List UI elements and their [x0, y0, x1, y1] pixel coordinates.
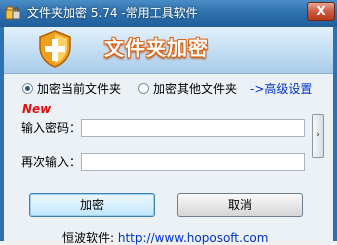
radio-label: 加密其他文件夹 [153, 82, 238, 96]
close-icon: X [316, 4, 326, 18]
encrypt-button[interactable]: 加密 [29, 193, 155, 217]
radio-dot[interactable] [138, 83, 149, 94]
app-icon [5, 6, 21, 20]
header-banner: 文件夹加密 [4, 27, 333, 74]
advanced-settings-link[interactable]: ->高级设置 [250, 82, 312, 96]
confirm-password-field[interactable] [81, 153, 305, 171]
window-title: 文件夹加密 5.74 -常用工具软件 [27, 6, 198, 20]
window-frame-right [333, 27, 337, 241]
password-field[interactable] [81, 119, 305, 137]
new-badge: New [22, 102, 52, 116]
website-link[interactable]: http://www.hoposoft.com [118, 231, 269, 245]
shield-icon [39, 30, 71, 68]
banner-title: 文件夹加密 [104, 36, 209, 60]
confirm-password-label: 再次输入： [21, 155, 82, 169]
radio-label: 加密当前文件夹 [37, 82, 122, 96]
footer-label: 恒波软件: [62, 231, 115, 245]
chevron-right-icon: › [316, 130, 320, 140]
radio-dot-selected[interactable] [22, 83, 33, 94]
expand-panel-handle[interactable]: › [312, 114, 324, 158]
password-label: 输入密码： [21, 121, 82, 135]
close-button[interactable]: X [307, 2, 335, 21]
cancel-button[interactable]: 取消 [177, 193, 303, 217]
title-bar[interactable]: 文件夹加密 5.74 -常用工具软件 X [0, 0, 337, 27]
footer: 恒波软件: http://www.hoposoft.com [62, 231, 268, 245]
